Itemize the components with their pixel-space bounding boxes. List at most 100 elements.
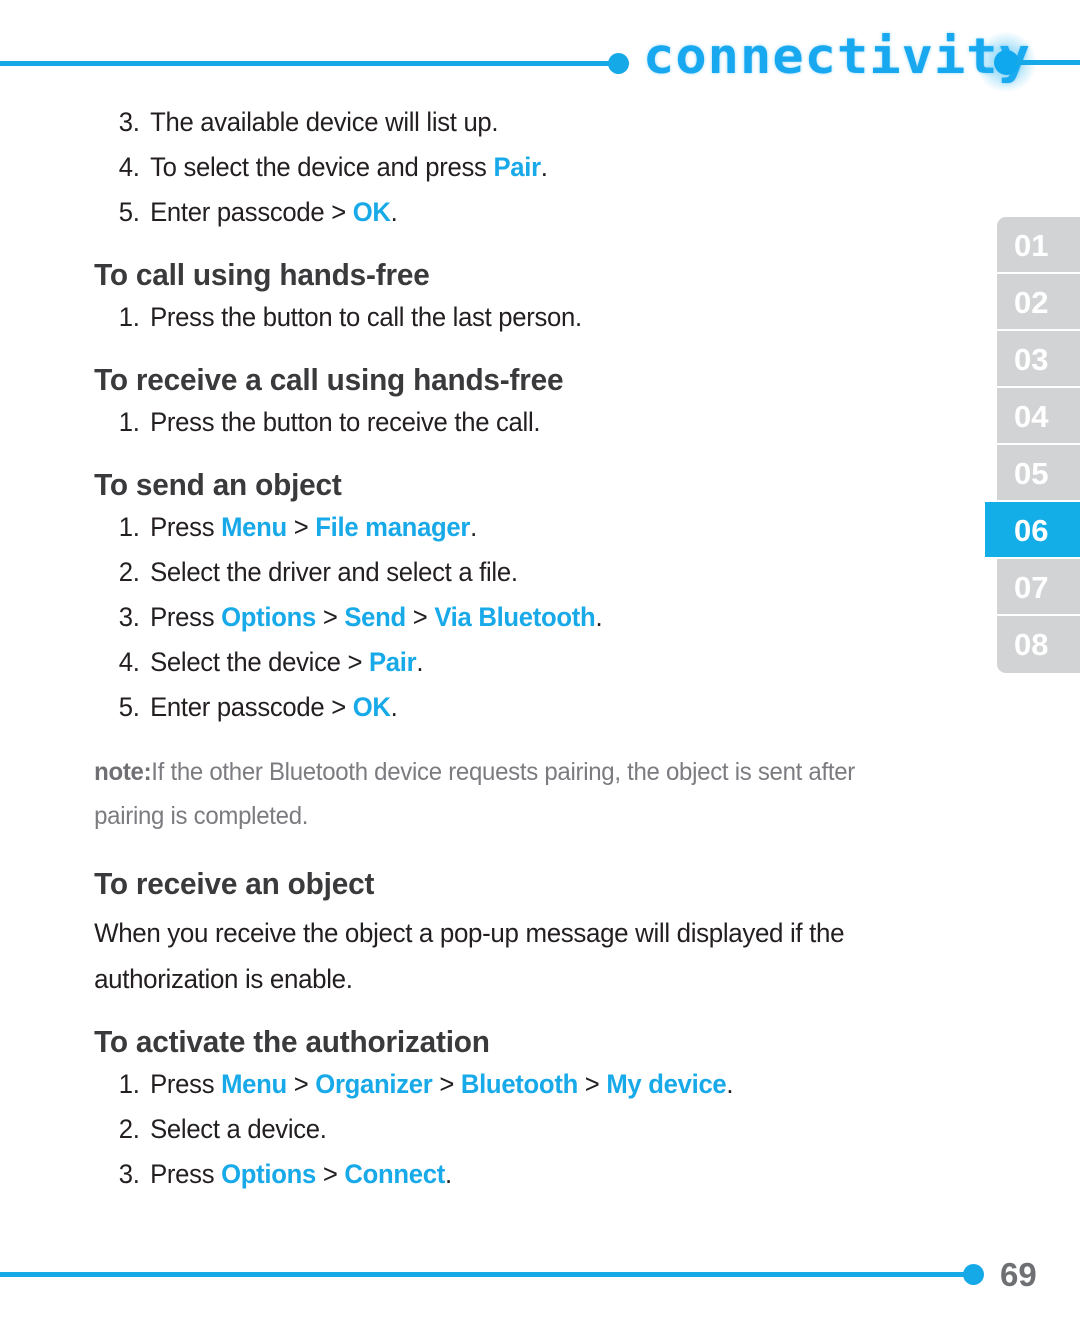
keyword-highlight: File manager bbox=[315, 512, 471, 542]
list-item-number: 3. bbox=[118, 1159, 140, 1189]
list-item: 1. Press the button to receive the call. bbox=[0, 400, 912, 445]
path-separator: > bbox=[315, 602, 345, 632]
page-content: 3. The available device will list up. 4. To… bbox=[0, 100, 960, 1197]
section-step-list: 1. Press the button to receive the call. bbox=[0, 400, 960, 445]
chapter-tab-02[interactable]: 02 bbox=[997, 274, 1080, 331]
keyword-highlight: Menu bbox=[221, 512, 287, 542]
path-separator: > bbox=[347, 647, 363, 677]
list-item-text: Enter passcode bbox=[150, 197, 332, 227]
keyword-highlight: Bluetooth bbox=[460, 1069, 578, 1099]
list-item-number: 3. bbox=[118, 602, 140, 632]
list-item-text: . bbox=[595, 602, 603, 632]
list-item-number: 4. bbox=[118, 152, 140, 182]
list-item: 2. Select the driver and select a file. bbox=[0, 550, 912, 595]
keyword-highlight: OK bbox=[352, 197, 391, 227]
list-item-text: Select the driver and select a file. bbox=[150, 557, 518, 587]
page-number: 69 bbox=[1000, 1256, 1037, 1293]
keyword-highlight: Menu bbox=[221, 1069, 287, 1099]
keyword-highlight: My device bbox=[606, 1069, 727, 1099]
list-item-number: 1. bbox=[118, 1069, 140, 1099]
path-separator: > bbox=[577, 1069, 607, 1099]
list-item-text: Press bbox=[150, 1069, 222, 1099]
chapter-tab-08[interactable]: 08 bbox=[997, 616, 1080, 673]
list-item-number: 5. bbox=[118, 692, 140, 722]
path-separator: > bbox=[331, 692, 346, 722]
list-item-text: . bbox=[416, 647, 424, 677]
header-bullet-dot-icon bbox=[608, 53, 629, 74]
path-separator: > bbox=[315, 1159, 345, 1189]
list-item: 3. Press Options > Send > Via Bluetooth. bbox=[0, 595, 912, 640]
path-separator: > bbox=[286, 1069, 316, 1099]
list-item-text: . bbox=[390, 692, 398, 722]
sections-host: To call using hands-free 1. Press the butt… bbox=[0, 255, 960, 750]
note-label: note: bbox=[94, 758, 152, 786]
section-step-list: 1. Press the button to call the last pers… bbox=[0, 295, 960, 340]
list-item-number: 5. bbox=[118, 197, 140, 227]
chapter-tab-03[interactable]: 03 bbox=[997, 331, 1080, 388]
header-rule-left bbox=[0, 61, 619, 66]
list-item: 2. Select a device. bbox=[0, 1107, 912, 1152]
list-item-text: . bbox=[444, 1159, 452, 1189]
keyword-highlight: Via Bluetooth bbox=[434, 602, 596, 632]
keyword-highlight: Options bbox=[221, 1159, 316, 1189]
section-heading: To send an object bbox=[94, 467, 342, 502]
page-footer: 69 bbox=[0, 1255, 1080, 1333]
authorization-step-list: 1. Press Menu > Organizer > Bluetooth > M… bbox=[0, 1062, 960, 1197]
chapter-tab-05[interactable]: 05 bbox=[997, 445, 1080, 502]
list-item-text: . bbox=[470, 512, 477, 542]
note-text: If the other Bluetooth device requests p… bbox=[94, 758, 855, 830]
path-separator: > bbox=[286, 512, 316, 542]
list-item-number: 4. bbox=[118, 647, 140, 677]
list-item-text: Press the button to call the last person… bbox=[150, 302, 582, 332]
list-item-number: 1. bbox=[118, 302, 140, 332]
list-item: 5. Enter passcode > OK. bbox=[0, 685, 912, 730]
section-heading: To call using hands-free bbox=[94, 257, 430, 292]
keyword-highlight: Pair bbox=[368, 647, 417, 677]
list-item-number: 2. bbox=[118, 1114, 140, 1144]
list-item: 3. Press Options > Connect. bbox=[0, 1152, 912, 1197]
list-item-text: . bbox=[726, 1069, 734, 1099]
page-header: connectivity bbox=[0, 0, 1080, 108]
list-item-number: 2. bbox=[118, 557, 140, 587]
keyword-highlight: Pair bbox=[493, 152, 541, 182]
path-separator: > bbox=[432, 1069, 461, 1099]
list-item-text: To select the device and press bbox=[150, 152, 494, 182]
list-item-text: . bbox=[540, 152, 548, 182]
list-item: 1. Press Menu > Organizer > Bluetooth > M… bbox=[0, 1062, 912, 1107]
section-heading-receive-object: To receive an object bbox=[94, 866, 375, 901]
list-item-text: Select a device. bbox=[150, 1114, 327, 1144]
list-item-text: Press the button to receive the call. bbox=[150, 407, 541, 437]
chapter-tab-07[interactable]: 07 bbox=[997, 559, 1080, 616]
list-item: 1. Press Menu > File manager. bbox=[0, 505, 912, 550]
keyword-highlight: Options bbox=[221, 602, 316, 632]
chapter-tab-rail: 01 02 03 04 05 06 07 08 bbox=[985, 217, 1080, 673]
list-item-number: 1. bbox=[118, 407, 140, 437]
header-rule-right bbox=[1016, 60, 1080, 65]
note-block: note:If the other Bluetooth device reque… bbox=[0, 750, 862, 838]
footer-bullet-dot-icon bbox=[963, 1264, 984, 1285]
keyword-highlight: Send bbox=[344, 602, 406, 632]
section-paragraph-receive-object: When you receive the object a pop-up mes… bbox=[94, 918, 845, 994]
list-item: 1. Press the button to call the last pers… bbox=[0, 295, 912, 340]
list-item: 5. Enter passcode > OK. bbox=[0, 190, 912, 235]
chapter-tab-04[interactable]: 04 bbox=[997, 388, 1080, 445]
section-heading: To receive a call using hands-free bbox=[94, 362, 564, 397]
list-item-text: Enter passcode bbox=[150, 692, 332, 722]
path-separator: > bbox=[331, 197, 346, 227]
list-item: 3. The available device will list up. bbox=[0, 100, 912, 145]
list-item-text: Select the device bbox=[150, 647, 348, 677]
section-heading-activate-authorization: To activate the authorization bbox=[94, 1024, 490, 1059]
keyword-highlight: Connect bbox=[344, 1159, 445, 1189]
list-item-number: 3. bbox=[118, 107, 140, 137]
keyword-highlight: OK bbox=[352, 692, 391, 722]
list-item-text: . bbox=[390, 197, 398, 227]
chapter-tab-06[interactable]: 06 bbox=[985, 502, 1080, 559]
footer-rule bbox=[0, 1272, 975, 1277]
page-title: connectivity bbox=[643, 28, 1031, 85]
section-step-list: 1. Press Menu > File manager. 2. Select the… bbox=[0, 505, 960, 730]
list-item-text: The available device will list up. bbox=[150, 107, 499, 137]
list-item-text: Press bbox=[150, 1159, 222, 1189]
chapter-tab-01[interactable]: 01 bbox=[997, 217, 1080, 274]
list-item: 4. Select the device > Pair. bbox=[0, 640, 912, 685]
keyword-highlight: Organizer bbox=[315, 1069, 433, 1099]
